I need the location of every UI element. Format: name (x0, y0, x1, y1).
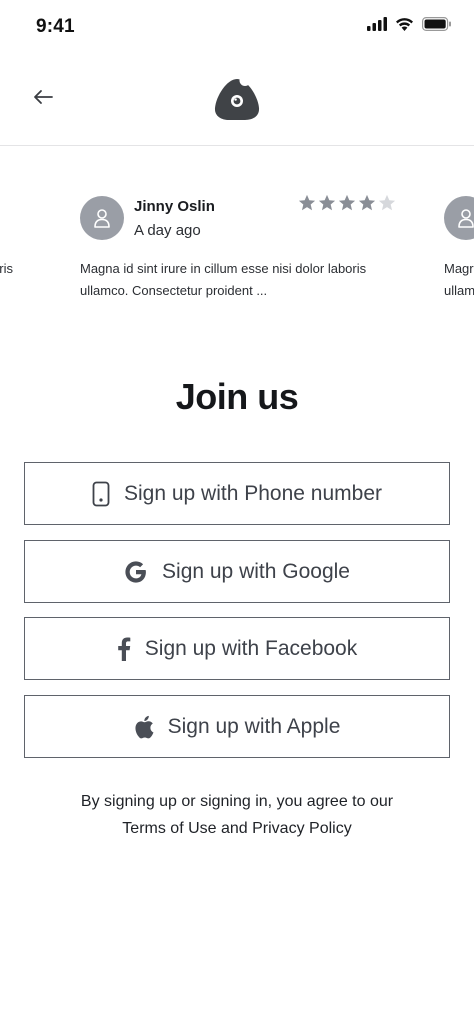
rating-stars (298, 194, 396, 212)
signup-facebook-button[interactable]: Sign up with Facebook (24, 617, 450, 680)
user-icon (458, 209, 474, 228)
review-card: Jinny Oslin A day ago Magna id sint irur… (80, 146, 400, 316)
review-text-line: Magna id sint irure in cillum esse nisi … (80, 261, 367, 276)
review-text: Magr ullam (444, 261, 474, 298)
signup-phone-label: Sign up with Phone number (124, 481, 382, 505)
review-card: ris (0, 146, 58, 316)
signup-apple-button[interactable]: Sign up with Apple (24, 695, 450, 758)
header (0, 52, 474, 146)
facebook-icon (117, 637, 131, 661)
battery-icon (422, 17, 452, 36)
star-filled-icon (358, 194, 376, 211)
signal-icon (367, 17, 387, 36)
star-filled-icon (338, 194, 356, 211)
user-icon (94, 209, 110, 228)
review-text-line: ullamco. Consectetur proident ... (80, 283, 268, 298)
wifi-icon (395, 17, 414, 36)
page-title: Join us (175, 376, 299, 417)
status-bar: 9:41 (0, 0, 474, 52)
signup-facebook-label: Sign up with Facebook (144, 636, 358, 660)
terms-privacy-link[interactable]: Terms of Use and Privacy Policy (0, 815, 474, 842)
star-filled-icon (318, 194, 336, 211)
status-icons (367, 17, 452, 36)
signup-apple-label: Sign up with Apple (167, 714, 341, 738)
review-text: Magna id sint irure in cillum esse nisi … (80, 258, 400, 302)
legal-notice: By signing up or signing in, you agree t… (0, 788, 474, 842)
star-filled-icon (298, 194, 316, 211)
app-logo-icon (214, 75, 260, 122)
signup-google-button[interactable]: Sign up with Google (24, 540, 450, 603)
avatar (80, 196, 124, 240)
phone-icon (92, 481, 110, 507)
reviewer-name: Jinny Oslin (134, 198, 215, 215)
back-button[interactable] (28, 86, 58, 112)
review-text: ris (0, 261, 13, 276)
star-empty-icon (378, 194, 396, 211)
legal-text: By signing up or signing in, you agree t… (80, 793, 394, 810)
review-card: Magr ullam (444, 146, 474, 316)
arrow-left-icon (33, 89, 53, 110)
signup-google-label: Sign up with Google (162, 559, 350, 583)
avatar (444, 196, 474, 240)
apple-icon (134, 715, 154, 739)
status-time: 9:41 (36, 16, 75, 37)
google-icon (124, 560, 148, 584)
signup-phone-button[interactable]: Sign up with Phone number (24, 462, 450, 525)
reviews-carousel[interactable]: ris Jinny Oslin A day ago Magna id sint … (0, 146, 474, 316)
review-date: A day ago (134, 222, 201, 239)
